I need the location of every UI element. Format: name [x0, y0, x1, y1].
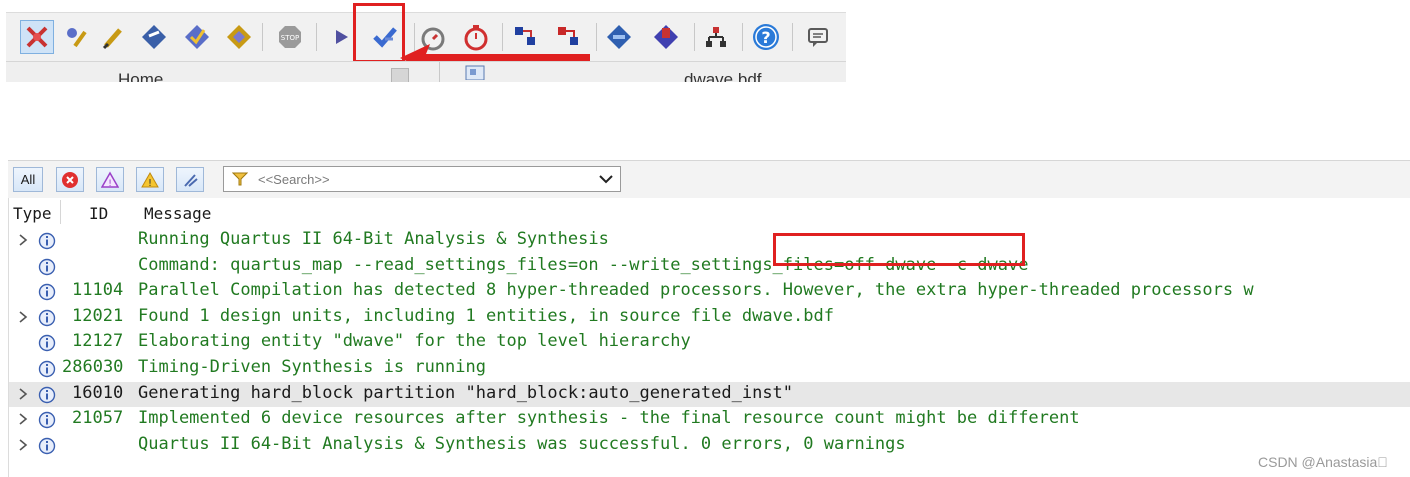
hierarchy-icon — [706, 27, 726, 47]
messages-button[interactable] — [801, 20, 835, 54]
play-icon — [336, 30, 348, 44]
svg-text:?: ? — [761, 28, 770, 47]
search-placeholder: <<Search>> — [258, 172, 330, 187]
filter-suppressed-button[interactable] — [176, 167, 204, 192]
watermark: CSDN @Anastasia  — [1258, 454, 1388, 470]
message-row[interactable]: 16010 Generating hard_block partition "ha… — [9, 381, 1410, 407]
column-header-type[interactable]: Type — [13, 204, 52, 223]
compile-design-button[interactable] — [137, 20, 171, 54]
info-icon — [38, 437, 56, 454]
close-icon[interactable] — [391, 68, 409, 82]
info-icon — [38, 283, 56, 301]
message-row[interactable]: 11104 Parallel Compilation has detected 8… — [9, 279, 1410, 304]
bdf-file-icon — [465, 65, 485, 80]
speech-bubble-icon — [808, 28, 828, 47]
chevron-right-icon[interactable] — [17, 387, 29, 401]
help-button[interactable]: ? — [749, 20, 783, 54]
message-row[interactable]: 12021 Found 1 design units, including 1 e… — [9, 305, 1410, 330]
tab-dwave-bdf[interactable]: dwave.bdf — [684, 70, 762, 82]
message-text: Implemented 6 device resources after syn… — [138, 408, 1080, 429]
message-id: 12127 — [72, 331, 124, 352]
chip-diamond-icon — [227, 25, 251, 49]
info-icon — [38, 309, 56, 326]
chip-planner-button[interactable] — [602, 20, 636, 54]
analysis-elaboration-button[interactable] — [180, 20, 214, 54]
column-header-message[interactable]: Message — [144, 204, 211, 223]
chevron-right-icon[interactable] — [17, 412, 29, 426]
message-id: 286030 — [62, 357, 124, 377]
cross-star-icon — [26, 26, 48, 48]
message-row[interactable]: 12127 Elaborating entity "dwave" for the … — [9, 330, 1410, 355]
message-row[interactable]: 21057 Implemented 6 device resources afte… — [9, 407, 1410, 432]
svg-text:!: ! — [108, 179, 112, 189]
zero-errors-highlight-box — [773, 233, 1025, 266]
message-text: Elaborating entity "dwave" for the top l… — [138, 331, 691, 352]
message-row[interactable]: 286030 Timing-Driven Synthesis is running — [9, 356, 1410, 381]
chevron-right-icon[interactable] — [17, 438, 29, 452]
filter-all-button[interactable]: All — [13, 167, 43, 192]
messages-filter-bar: All ! ! <<Search>> — [8, 160, 1410, 199]
message-search-box[interactable]: <<Search>> — [223, 166, 621, 192]
message-text: Quartus II 64-Bit Analysis & Synthesis w… — [138, 433, 906, 454]
error-icon — [62, 171, 78, 188]
message-id: 12021 — [72, 305, 124, 326]
message-row[interactable]: Running Quartus II 64-Bit Analysis & Syn… — [9, 228, 1410, 253]
diamond-chip-icon — [607, 25, 631, 49]
messages-list: Type ID Message Running Quartus II 64-Bi… — [8, 198, 1410, 477]
start-synthesis-highlight-box — [353, 3, 405, 63]
message-id: 16010 — [72, 382, 124, 403]
svg-text:STOP: STOP — [281, 34, 299, 42]
message-text: Generating hard_block partition "hard_bl… — [138, 382, 794, 403]
message-text: Running Quartus II 64-Bit Analysis & Syn… — [138, 229, 609, 249]
message-text: Parallel Compilation has detected 8 hype… — [138, 280, 1254, 301]
editor-tab-bar: Home dwave.bdf — [6, 61, 846, 82]
message-text: Timing-Driven Synthesis is running — [138, 357, 486, 377]
stop-button[interactable]: STOP — [273, 20, 307, 54]
assignment-editor-button[interactable] — [59, 20, 93, 54]
chip-check-icon — [185, 25, 209, 49]
stop-icon: STOP — [279, 26, 301, 48]
filter-warnings-button[interactable]: ! — [136, 167, 164, 192]
programmer-button[interactable] — [649, 20, 683, 54]
chevron-down-icon[interactable] — [598, 172, 614, 186]
info-icon — [38, 360, 56, 378]
message-row[interactable]: Command: quartus_map --read_settings_fil… — [9, 254, 1410, 279]
info-icon — [38, 411, 56, 429]
message-id: 11104 — [72, 280, 124, 301]
info-icon — [38, 335, 56, 352]
message-row[interactable]: Quartus II 64-Bit Analysis & Synthesis w… — [9, 433, 1410, 458]
column-header-id[interactable]: ID — [89, 204, 108, 223]
svg-text:!: ! — [148, 178, 152, 189]
info-icon — [38, 232, 56, 250]
info-icon — [38, 386, 56, 403]
warning-icon: ! — [141, 171, 159, 189]
message-id: 21057 — [72, 408, 124, 429]
diamond-hand-icon — [654, 25, 678, 49]
message-text: Found 1 design units, including 1 entiti… — [138, 305, 834, 326]
pin-pen-icon — [67, 28, 87, 48]
fitter-button[interactable] — [222, 20, 256, 54]
flag-filter-icon — [184, 173, 198, 187]
pencil-icon — [102, 28, 122, 50]
chevron-right-icon[interactable] — [17, 233, 29, 247]
netlist-viewer-button[interactable] — [20, 20, 54, 54]
pin-planner-button[interactable] — [96, 20, 130, 54]
chevron-right-icon[interactable] — [17, 310, 29, 324]
filter-errors-button[interactable] — [56, 167, 84, 192]
critical-warning-icon: ! — [101, 170, 119, 189]
design-partition-button[interactable] — [699, 20, 733, 54]
info-icon — [38, 258, 56, 275]
filter-critical-warnings-button[interactable]: ! — [96, 167, 124, 192]
question-circle-icon: ? — [753, 24, 779, 50]
filter-funnel-icon — [232, 172, 248, 186]
tab-home[interactable]: Home — [118, 70, 163, 82]
chip-arrow-icon — [142, 25, 166, 49]
